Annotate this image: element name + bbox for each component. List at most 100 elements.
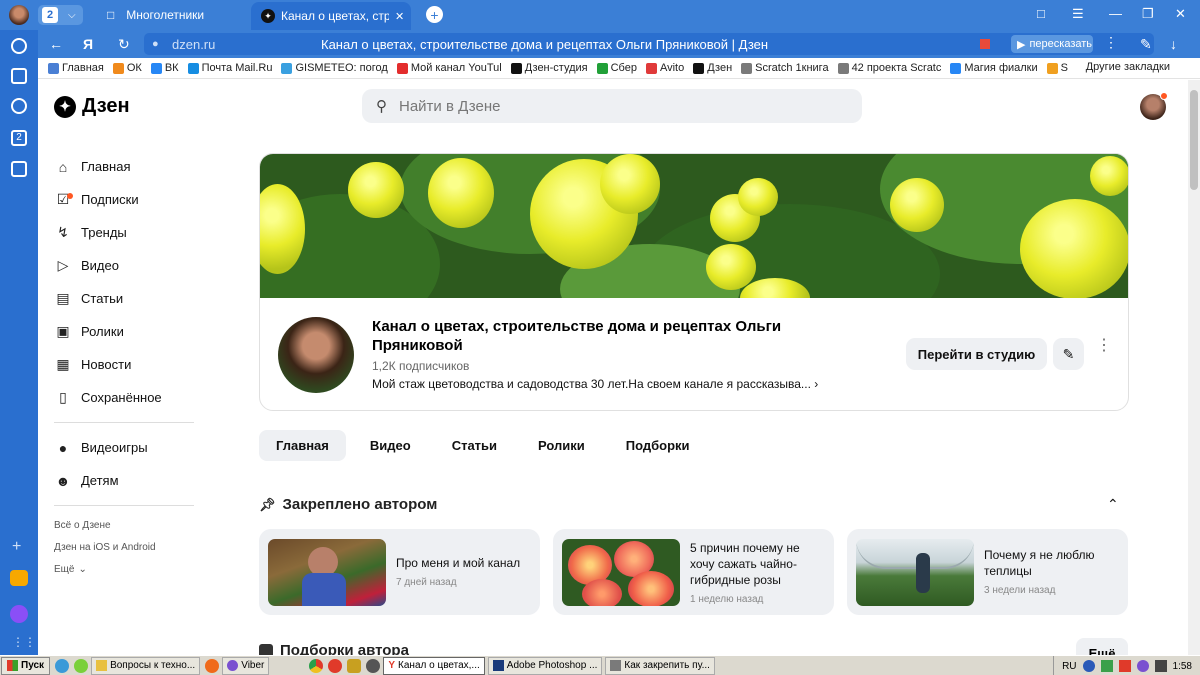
reload-icon[interactable]: ↻ (118, 36, 130, 53)
add-icon[interactable]: + (12, 538, 21, 556)
app-icon[interactable] (366, 658, 381, 673)
alice-icon[interactable] (10, 605, 28, 623)
quicklaunch-icon[interactable] (74, 658, 89, 673)
history-icon[interactable] (11, 38, 27, 54)
quicklaunch-icon[interactable] (55, 658, 70, 673)
restore-icon[interactable]: ❐ (1142, 6, 1154, 22)
bookmark-item[interactable]: Почта Mail.Ru (187, 62, 272, 74)
retell-button[interactable]: ▶ пересказать (1011, 35, 1093, 53)
badge-icon[interactable]: 2 (11, 130, 27, 146)
close-icon[interactable]: ✕ (395, 10, 404, 23)
pinned-card[interactable]: Про меня и мой канал 7 дней назад (259, 529, 540, 615)
tab-counter[interactable]: 2 ⌵ (38, 5, 83, 25)
sidebar-item-video[interactable]: ▷ Видео (54, 249, 194, 282)
tray-icon[interactable] (1118, 660, 1131, 672)
sidebar-item-trends[interactable]: ↯ Тренды (54, 216, 194, 249)
start-button[interactable]: Пуск (1, 656, 51, 675)
tab-shorts[interactable]: Ролики (521, 430, 602, 461)
sidebar-item-home[interactable]: ⌂ Главная (54, 150, 194, 183)
taskbar-item[interactable]: Как закрепить пу... (605, 656, 715, 675)
more-button[interactable]: Ещё (1076, 638, 1128, 655)
edit-button[interactable]: ✎ (1053, 338, 1084, 370)
sidebar-item-shorts[interactable]: ▣ Ролики (54, 315, 194, 348)
new-tab-button[interactable]: + (426, 6, 443, 23)
tab-channel[interactable]: ✦ Канал о цветах, строит ✕ (251, 2, 411, 30)
sidebar-item-news[interactable]: ▦ Новости (54, 348, 194, 381)
sidebar-item-saved[interactable]: ▯ Сохранённое (54, 381, 194, 414)
pinned-card[interactable]: Почему я не люблю теплицы 3 недели назад (847, 529, 1128, 615)
bookmark-item[interactable]: Магия фиалки (950, 62, 1038, 74)
search-input[interactable]: ⚲ Найти в Дзене (362, 89, 862, 123)
retell-label: пересказать (1029, 38, 1093, 50)
sidebar-item-subscriptions[interactable]: ☑ Подписки (54, 183, 194, 216)
volume-icon[interactable] (1154, 660, 1167, 672)
channel-description[interactable]: Мой стаж цветоводства и садоводства 30 л… (372, 377, 818, 391)
go-to-studio-button[interactable]: Перейти в студию (906, 338, 1047, 370)
tab-selections[interactable]: Подборки (609, 430, 707, 461)
taskbar-item[interactable]: Viber (222, 656, 270, 675)
tab-video[interactable]: Видео (353, 430, 428, 461)
firefox-icon[interactable] (205, 658, 220, 673)
taskbar-item[interactable]: Adobe Photoshop ... (487, 656, 603, 675)
more-vertical-icon[interactable]: ⋮ (1104, 34, 1118, 51)
bookmark-favicon-icon (281, 62, 293, 74)
sidebar-item-kids[interactable]: ☻ Детям (54, 464, 194, 497)
tab-articles[interactable]: Статьи (435, 430, 514, 461)
mail-icon[interactable] (10, 570, 28, 586)
menu-icon[interactable]: ☰ (1072, 6, 1084, 22)
side-navigation: ⌂ Главная ☑ Подписки ↯ Тренды ▷ Видео ▤ Стать… (54, 150, 194, 580)
bookmark-item[interactable]: Мой канал YouTul (396, 62, 502, 74)
language-indicator[interactable]: RU (1062, 661, 1076, 672)
channel-avatar[interactable] (278, 317, 354, 393)
bookmark-item[interactable]: Avito (645, 62, 684, 74)
bookmark-item[interactable]: ВК (150, 62, 179, 74)
bookmark-item[interactable]: Дзен-студия (510, 62, 588, 74)
app-icon[interactable] (347, 658, 362, 673)
record-icon[interactable] (980, 39, 990, 49)
profile-avatar[interactable] (9, 5, 29, 25)
downloads-icon[interactable]: ↓ (1170, 36, 1177, 52)
close-window-icon[interactable]: ✕ (1175, 6, 1186, 22)
page-scrollbar[interactable] (1188, 80, 1200, 655)
apps-icon[interactable]: ⋮⋮ (12, 635, 36, 649)
chrome-icon[interactable] (309, 658, 324, 673)
bookmark-item[interactable]: Главная (48, 62, 104, 74)
bookmark-item[interactable]: 42 проекта Scratc (837, 62, 941, 74)
play-icon[interactable] (11, 98, 27, 114)
sidebar-item-games[interactable]: ● Видеоигры (54, 431, 194, 464)
about-dzen-link[interactable]: Всё о Дзене (54, 514, 194, 536)
yandex-icon[interactable] (328, 658, 343, 673)
bookmark-item[interactable]: S (1046, 62, 1068, 74)
tray-icon[interactable] (1100, 660, 1113, 672)
other-bookmarks-button[interactable]: Другие закладки (1086, 61, 1170, 73)
help-icon[interactable] (1082, 660, 1095, 672)
scrollbar-thumb[interactable] (1190, 90, 1198, 190)
bookmark-item[interactable]: Дзен (693, 62, 732, 74)
collections-icon[interactable] (11, 68, 27, 84)
bookmark-item[interactable]: Scratch 1книга (741, 62, 829, 74)
minimize-icon[interactable]: — (1109, 6, 1122, 21)
dzen-logo[interactable]: ✦ Дзен (54, 95, 130, 118)
tab-home[interactable]: Главная (259, 430, 346, 461)
bookmark-item[interactable]: Сбер (596, 62, 637, 74)
bookmark-item[interactable]: ОК (112, 62, 142, 74)
tab-perennials[interactable]: □ Многолетники (95, 3, 245, 27)
address-bar[interactable]: ● dzen.ru Канал о цветах, строительстве … (144, 33, 1154, 55)
more-options-icon[interactable]: ⋮ (1096, 338, 1112, 354)
tray-icon[interactable] (1136, 660, 1149, 672)
sidebar-item-articles[interactable]: ▤ Статьи (54, 282, 194, 315)
screenshot-icon[interactable] (11, 161, 27, 177)
taskbar-item[interactable]: Вопросы к техно... (91, 656, 201, 675)
taskbar-item-active[interactable]: Y Канал о цветах,... (383, 656, 485, 675)
pinned-card[interactable]: 5 причин почему не хочу сажать чайно-гиб… (553, 529, 834, 615)
user-avatar[interactable] (1140, 92, 1168, 120)
bookmark-page-icon[interactable]: □ (1037, 6, 1045, 21)
extensions-icon[interactable]: ✎ (1140, 36, 1152, 53)
chevron-up-icon[interactable]: ⌃ (1107, 496, 1119, 513)
more-link[interactable]: Ещё ⌄ (54, 558, 194, 580)
mobile-apps-link[interactable]: Дзен на iOS и Android (54, 536, 194, 558)
back-icon[interactable]: ← (49, 36, 63, 52)
yandex-icon[interactable]: Я (83, 36, 93, 52)
more-label: Ещё (54, 563, 75, 575)
bookmark-item[interactable]: GISMETEO: погод (281, 62, 388, 74)
